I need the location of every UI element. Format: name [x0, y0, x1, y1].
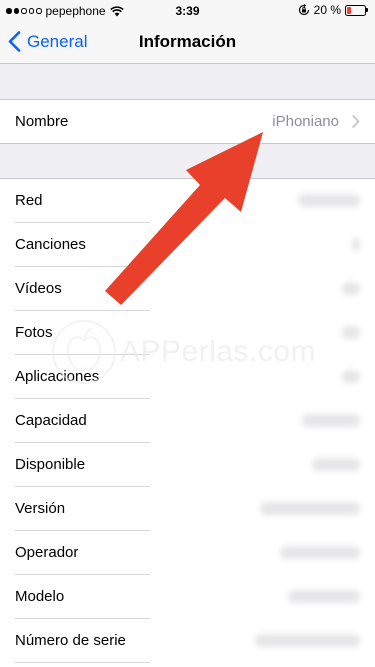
navigation-bar: General Información — [0, 20, 375, 64]
redacted-value — [312, 458, 360, 471]
battery-icon — [345, 4, 369, 16]
redacted-value — [302, 414, 360, 427]
apple-logo-icon — [52, 320, 116, 384]
redacted-value — [352, 238, 360, 251]
list-item-label: Fotos — [15, 324, 53, 341]
list-item-label: Capacidad — [15, 412, 87, 429]
redacted-value — [342, 326, 360, 339]
list-item-disponible: Disponible — [0, 443, 375, 487]
watermark: APPerlas.com — [50, 318, 316, 386]
name-row[interactable]: Nombre iPhoniano — [0, 99, 375, 144]
redacted-value — [255, 634, 360, 647]
list-item-label: Versión — [15, 500, 66, 517]
list-item-label: Vídeos — [15, 280, 62, 297]
redacted-value — [342, 370, 360, 383]
list-item-canciones: Canciones — [0, 223, 375, 267]
list-item-capacidad: Capacidad — [0, 399, 375, 443]
list-item-numero-de-serie: Número de serie — [0, 619, 375, 663]
battery-percent: 20 % — [313, 3, 341, 17]
list-item-videos: Vídeos — [0, 267, 375, 311]
watermark-text: APPerlas.com — [120, 335, 317, 368]
list-item-modelo: Modelo — [0, 575, 375, 619]
redacted-value — [260, 502, 360, 515]
list-item-label: Número de serie — [15, 632, 126, 649]
info-list: Red Canciones Vídeos Fotos Aplicaciones … — [0, 178, 375, 667]
status-bar: pepephone 3:39 20 % — [0, 0, 375, 20]
name-value: iPhoniano — [272, 113, 339, 130]
list-item-version: Versión — [0, 487, 375, 531]
list-item-label: Canciones — [15, 236, 86, 253]
redacted-value — [288, 590, 360, 603]
list-item-label: Operador — [15, 544, 79, 561]
redacted-value — [298, 194, 360, 207]
redacted-value — [342, 282, 360, 295]
list-item-label: Disponible — [15, 456, 86, 473]
list-item-label: Red — [15, 192, 43, 209]
chevron-right-icon — [352, 115, 360, 128]
status-right: 20 % — [298, 3, 369, 17]
redacted-value — [280, 546, 360, 559]
rotation-lock-icon — [298, 4, 309, 16]
list-item-red: Red — [0, 179, 375, 223]
list-item-label: Modelo — [15, 588, 65, 605]
list-item-operador: Operador — [0, 531, 375, 575]
page-title: Información — [138, 32, 237, 51]
name-label: Nombre — [15, 113, 69, 130]
